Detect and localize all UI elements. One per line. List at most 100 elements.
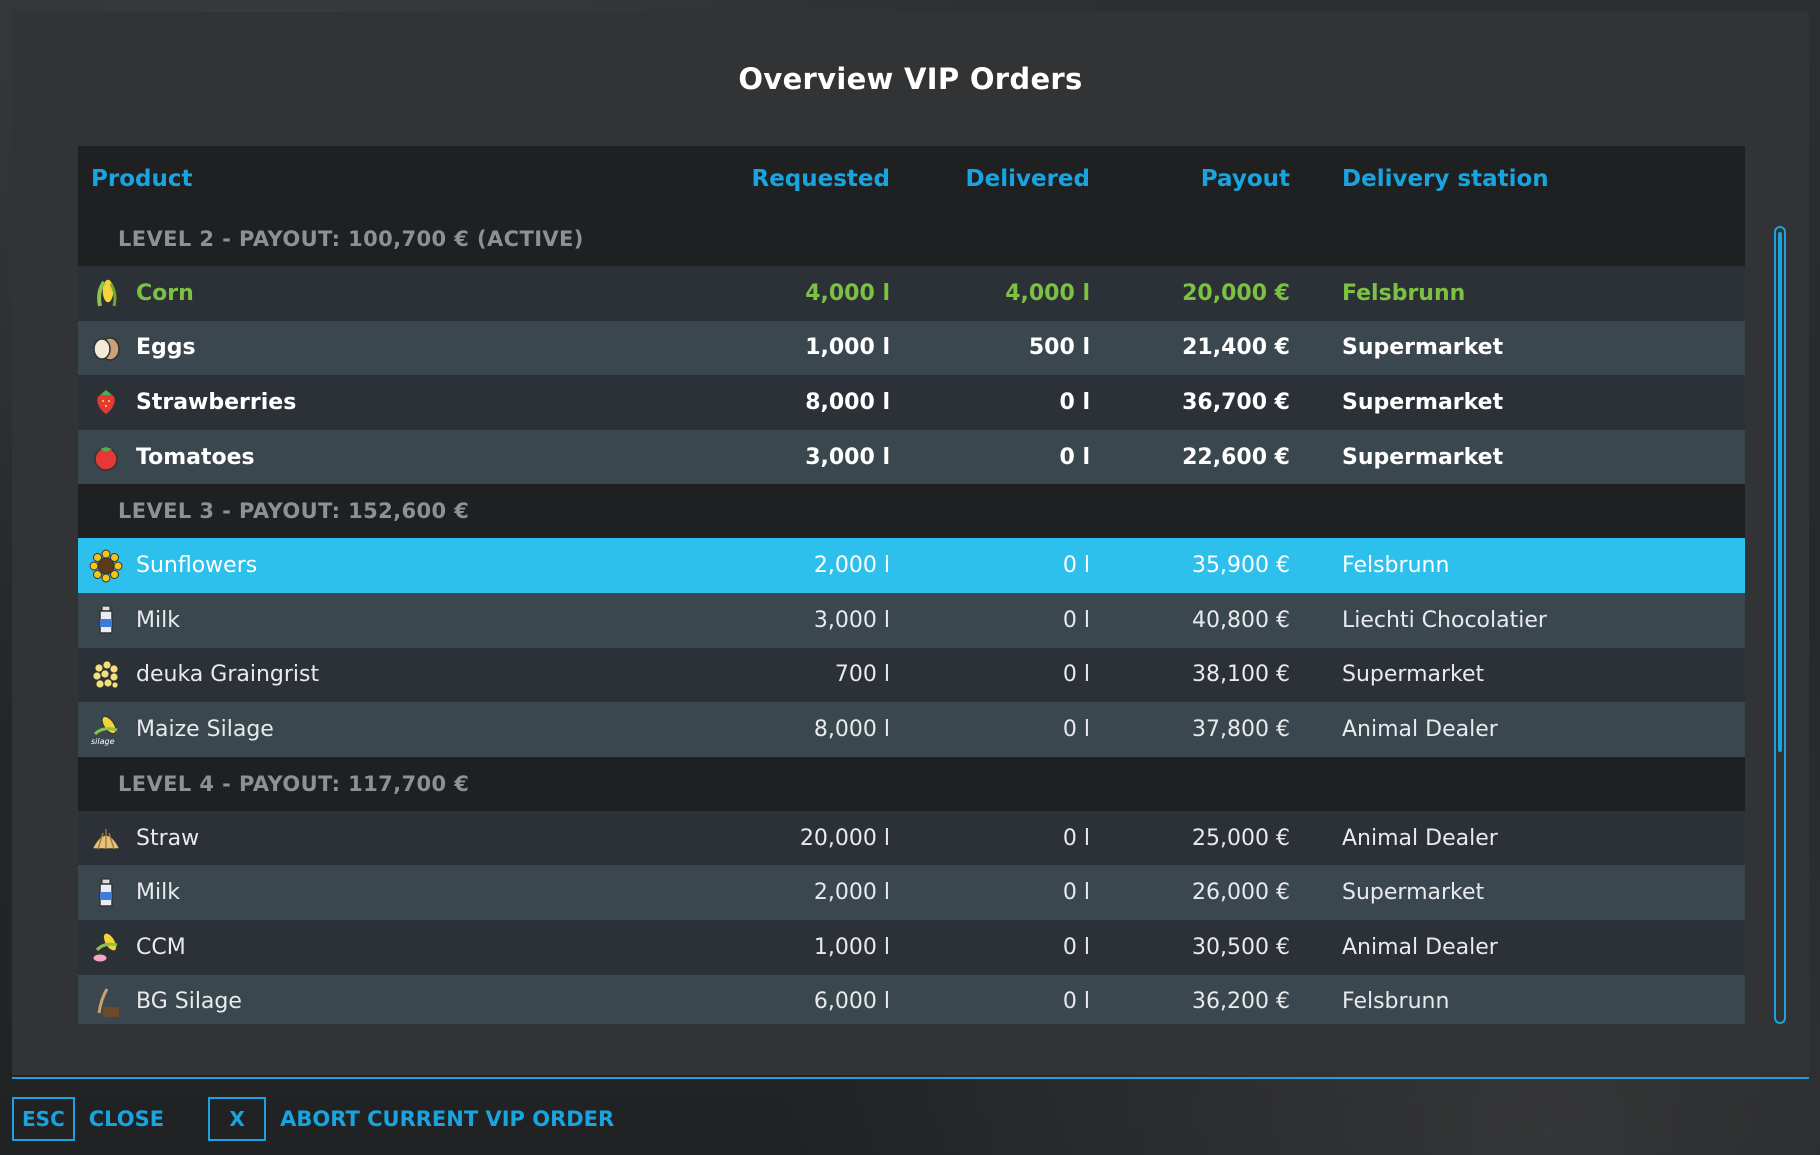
delivery-station: Supermarket [1342, 335, 1504, 361]
header-product: Product [91, 166, 193, 192]
delivery-station: Supermarket [1342, 662, 1485, 688]
payout-amount: 36,200 € [1192, 989, 1290, 1015]
payout-amount: 40,800 € [1192, 607, 1290, 633]
delivered-amount: 500 l [1028, 335, 1090, 361]
milk-icon [88, 875, 124, 911]
delivered-amount: 0 l [1062, 662, 1090, 688]
product-name: Corn [136, 280, 194, 306]
header-delivered: Delivered [965, 166, 1090, 192]
svg-text:silage: silage [91, 737, 115, 746]
requested-amount: 8,000 l [805, 389, 890, 415]
table-row[interactable]: Corn 4,000 l 4,000 l 20,000 € Felsbrunn [78, 266, 1745, 321]
delivered-amount: 0 l [1062, 825, 1090, 851]
requested-amount: 700 l [834, 662, 890, 688]
vip-orders-dialog: Overview VIP Orders Product Requested De… [12, 12, 1809, 1075]
tomato-icon [88, 439, 124, 475]
scrollbar-thumb[interactable] [1778, 232, 1782, 752]
table-row-selected[interactable]: Sunflowers 2,000 l 0 l 35,900 € Felsbrun… [78, 538, 1745, 593]
requested-amount: 3,000 l [805, 444, 890, 470]
table-row[interactable]: Strawberries 8,000 l 0 l 36,700 € Superm… [78, 375, 1745, 430]
requested-amount: 4,000 l [805, 280, 890, 306]
level-header: LEVEL 3 - PAYOUT: 152,600 € [118, 499, 470, 524]
requested-amount: 6,000 l [813, 989, 890, 1015]
delivery-station: Felsbrunn [1342, 553, 1450, 579]
delivery-station: Animal Dealer [1342, 825, 1498, 851]
delivered-amount: 0 l [1062, 934, 1090, 960]
delivered-amount: 0 l [1059, 389, 1090, 415]
requested-amount: 20,000 l [799, 825, 890, 851]
header-station: Delivery station [1342, 166, 1549, 192]
table-row[interactable]: Tomatoes 3,000 l 0 l 22,600 € Supermarke… [78, 429, 1745, 485]
delivered-amount: 0 l [1062, 989, 1090, 1015]
straw-icon [88, 820, 124, 856]
abort-vip-order-button[interactable]: ABORT CURRENT VIP ORDER [280, 1107, 614, 1131]
table-row[interactable]: CCM 1,000 l 0 l 30,500 € Animal Dealer [78, 919, 1745, 975]
payout-amount: 25,000 € [1192, 825, 1290, 851]
delivered-amount: 0 l [1062, 553, 1090, 579]
delivery-station: Supermarket [1342, 444, 1504, 470]
payout-amount: 35,900 € [1192, 553, 1290, 579]
ccm-icon [88, 929, 124, 965]
header-payout: Payout [1200, 166, 1290, 192]
maize-silage-icon: silage [88, 711, 124, 747]
product-name: Straw [136, 825, 200, 851]
table-row[interactable]: BG Silage 6,000 l 0 l 36,200 € Felsbrunn [78, 974, 1745, 1024]
page-title: Overview VIP Orders [738, 62, 1083, 96]
sunflower-icon [88, 548, 124, 584]
table-row[interactable]: Milk 2,000 l 0 l 26,000 € Supermarket [78, 865, 1745, 920]
payout-amount: 36,700 € [1182, 389, 1290, 415]
graingrist-icon [88, 657, 124, 693]
x-key-hint[interactable]: X [208, 1097, 267, 1141]
requested-amount: 1,000 l [805, 335, 890, 361]
delivery-station: Felsbrunn [1342, 280, 1466, 306]
delivered-amount: 0 l [1062, 716, 1090, 742]
corn-icon [88, 275, 124, 311]
footer-divider [12, 1077, 1809, 1079]
table-row[interactable]: Milk 3,000 l 0 l 40,800 € Liechti Chocol… [78, 592, 1745, 648]
table-scrollbar[interactable] [1774, 226, 1786, 1024]
delivery-station: Supermarket [1342, 880, 1485, 906]
payout-amount: 30,500 € [1192, 934, 1290, 960]
delivery-station: Supermarket [1342, 389, 1504, 415]
product-name: Eggs [136, 335, 196, 361]
payout-amount: 22,600 € [1182, 444, 1290, 470]
delivered-amount: 4,000 l [1005, 280, 1090, 306]
delivery-station: Felsbrunn [1342, 989, 1450, 1015]
product-name: deuka Graingrist [136, 662, 320, 688]
delivered-amount: 0 l [1062, 607, 1090, 633]
product-name: Milk [136, 880, 180, 906]
product-name: Strawberries [136, 389, 297, 415]
delivery-station: Animal Dealer [1342, 716, 1498, 742]
requested-amount: 2,000 l [813, 880, 890, 906]
header-requested: Requested [751, 166, 891, 192]
delivered-amount: 0 l [1059, 444, 1090, 470]
product-name: Sunflowers [136, 553, 258, 579]
orders-table: Product Requested Delivered Payout Deliv… [78, 146, 1745, 1024]
requested-amount: 1,000 l [813, 934, 890, 960]
footer-actions: ESC CLOSE X ABORT CURRENT VIP ORDER [12, 1095, 658, 1143]
eggs-icon [88, 330, 124, 366]
payout-amount: 38,100 € [1192, 662, 1290, 688]
requested-amount: 8,000 l [813, 716, 890, 742]
table-row[interactable]: deuka Graingrist 700 l 0 l 38,100 € Supe… [78, 647, 1745, 703]
product-name: Tomatoes [136, 444, 255, 470]
delivered-amount: 0 l [1062, 880, 1090, 906]
bg-silage-icon [88, 984, 124, 1020]
table-header: Product Requested Delivered Payout Deliv… [78, 146, 1745, 212]
product-name: Milk [136, 607, 180, 633]
product-name: CCM [136, 934, 186, 960]
requested-amount: 2,000 l [813, 553, 890, 579]
payout-amount: 20,000 € [1182, 280, 1290, 306]
delivery-station: Animal Dealer [1342, 934, 1498, 960]
payout-amount: 37,800 € [1192, 716, 1290, 742]
table-row[interactable]: Straw 20,000 l 0 l 25,000 € Animal Deale… [78, 810, 1745, 866]
esc-key-hint[interactable]: ESC [12, 1097, 75, 1141]
level-header: LEVEL 2 - PAYOUT: 100,700 € (ACTIVE) [118, 227, 584, 251]
close-button[interactable]: CLOSE [89, 1107, 164, 1131]
table-row[interactable]: silage Maize Silage 8,000 l 0 l 37,800 €… [78, 702, 1745, 757]
delivery-station: Liechti Chocolatier [1342, 607, 1547, 633]
milk-icon [88, 602, 124, 638]
payout-amount: 26,000 € [1192, 880, 1290, 906]
requested-amount: 3,000 l [813, 607, 890, 633]
table-row[interactable]: Eggs 1,000 l 500 l 21,400 € Supermarket [78, 320, 1745, 376]
